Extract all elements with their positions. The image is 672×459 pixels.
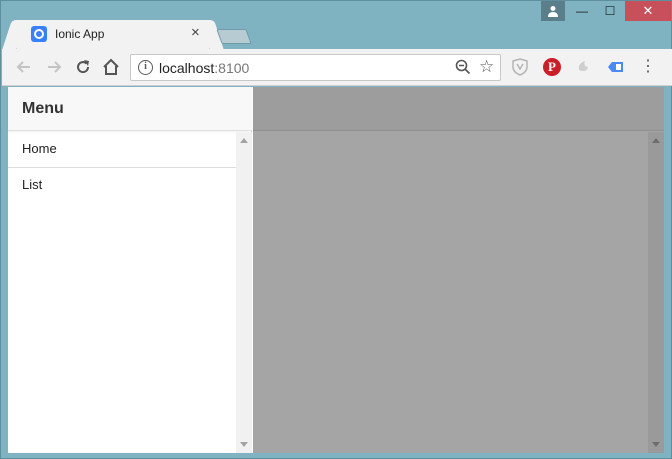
site-info-icon[interactable]: i: [138, 60, 153, 75]
url-text[interactable]: localhost:8100: [159, 60, 249, 76]
ionic-favicon-icon: [31, 26, 47, 42]
back-arrow-icon[interactable]: [14, 57, 34, 77]
menu-header: Menu: [8, 87, 252, 131]
browser-menu-icon[interactable]: ⋮: [638, 57, 658, 77]
bookmark-star-icon[interactable]: ☆: [479, 57, 494, 77]
url-host: localhost: [159, 60, 215, 76]
content-header: [253, 87, 664, 131]
profile-icon[interactable]: [541, 1, 565, 21]
pinterest-extension-icon[interactable]: P: [542, 57, 562, 77]
tab-ionic-app[interactable]: Ionic App ×: [17, 20, 209, 50]
menu-scrollbar[interactable]: [236, 132, 252, 453]
new-tab-button[interactable]: [216, 29, 252, 44]
menu-item-label: Home: [22, 141, 57, 156]
pinterest-glyph: P: [543, 58, 561, 76]
tab-title: Ionic App: [55, 27, 105, 41]
url-port: :8100: [214, 60, 250, 76]
menu-item-label: List: [22, 177, 43, 192]
browser-toolbar: i localhost:8100 ☆ P ⋮: [2, 49, 672, 86]
shield-extension-icon[interactable]: [510, 57, 530, 77]
menu-item-home[interactable]: Home: [8, 132, 236, 168]
scroll-up-arrow-icon[interactable]: [652, 138, 660, 143]
tab-close-icon[interactable]: ×: [191, 24, 200, 42]
blue-extension-icon[interactable]: [606, 57, 626, 77]
address-bar[interactable]: i localhost:8100 ☆: [130, 54, 501, 81]
menu-list: Home List: [8, 132, 236, 204]
scroll-down-arrow-icon[interactable]: [652, 442, 660, 447]
close-window-button[interactable]: ✕: [625, 1, 671, 21]
side-menu: Menu Home List: [8, 87, 252, 453]
page-viewport: Menu Home List: [8, 87, 664, 453]
minimize-button[interactable]: —: [569, 1, 595, 21]
title-bar: Ionic App × — ☐ ✕: [1, 1, 672, 50]
content-scrollbar[interactable]: [648, 132, 664, 453]
scroll-down-arrow-icon[interactable]: [240, 442, 248, 447]
gray-extension-icon[interactable]: [574, 57, 594, 77]
zoom-out-icon[interactable]: [455, 59, 471, 75]
home-icon[interactable]: [101, 57, 121, 77]
menu-title: Menu: [22, 100, 64, 117]
menu-item-list[interactable]: List: [8, 168, 236, 204]
browser-window: Ionic App × — ☐ ✕ i localhost:8100 ☆ P ⋮…: [0, 0, 672, 459]
scroll-up-arrow-icon[interactable]: [240, 138, 248, 143]
maximize-button[interactable]: ☐: [597, 1, 623, 21]
forward-arrow-icon[interactable]: [44, 57, 64, 77]
content-backdrop[interactable]: [253, 87, 664, 453]
reload-icon[interactable]: [73, 57, 93, 77]
